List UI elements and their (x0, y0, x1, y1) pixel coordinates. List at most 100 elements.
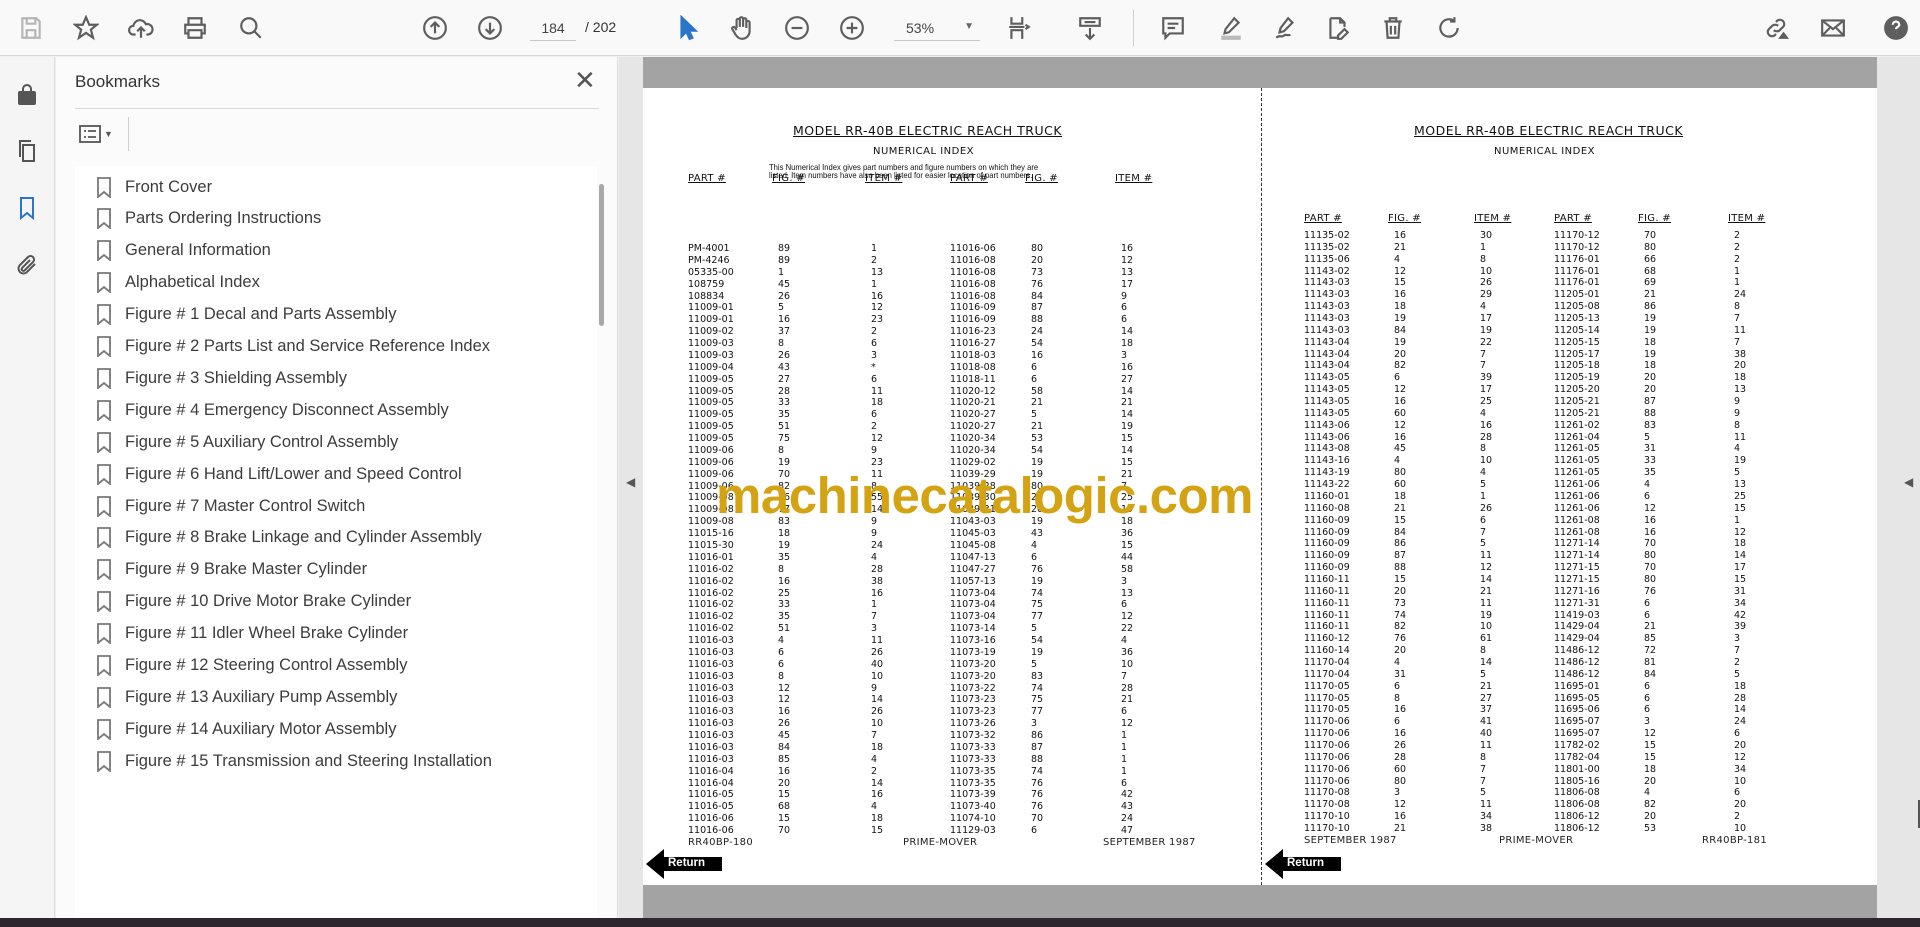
bookmarks-panel: Bookmarks ✕ ▼ Front Cover Parts Ordering … (56, 57, 618, 918)
delete-icon[interactable] (1377, 12, 1409, 44)
bookmark-item[interactable]: Figure # 10 Drive Motor Brake Cylinder (75, 584, 585, 620)
bookmark-item[interactable]: Figure # 11 Idler Wheel Brake Cylinder (75, 616, 585, 652)
item-number: 26 (871, 706, 884, 718)
chevron-down-icon: ▼ (964, 21, 974, 32)
part-number: 11073-40 (950, 801, 996, 813)
hand-pan-icon[interactable] (726, 12, 758, 44)
page-down-icon[interactable] (474, 12, 506, 44)
pages-icon[interactable] (13, 137, 41, 165)
email-icon[interactable] (1817, 12, 1849, 44)
part-number: 11016-04 (688, 765, 734, 777)
bookmark-item[interactable]: Alphabetical Index (75, 265, 585, 301)
item-number: 38 (1734, 348, 1747, 360)
print-icon[interactable] (179, 12, 211, 44)
bookmark-item[interactable]: Figure # 14 Auxiliary Motor Assembly (75, 711, 585, 747)
close-icon[interactable]: ✕ (574, 67, 596, 93)
right-pane-handle[interactable]: ◀ (1877, 57, 1920, 918)
return-button[interactable]: Return (646, 849, 724, 879)
column-header: FIG. # (1025, 173, 1058, 184)
comment-icon[interactable] (1157, 12, 1189, 44)
zoom-in-icon[interactable] (836, 12, 868, 44)
figure-number: 69 (1644, 277, 1657, 289)
part-number: 11170-08 (1304, 799, 1350, 811)
figure-number: 12 (1394, 799, 1407, 811)
part-number: 11261-06 (1554, 502, 1600, 514)
part-number: 11020-27 (950, 409, 996, 421)
figure-number: 15 (778, 789, 791, 801)
part-number: 11261-04 (1554, 431, 1600, 443)
figure-number: 18 (1644, 763, 1657, 775)
highlight-icon[interactable] (1215, 12, 1247, 44)
bookmark-icon (97, 623, 111, 645)
chevron-left-icon[interactable]: ◀ (626, 475, 635, 489)
bookmark-label: Figure # 6 Hand Lift/Lower and Speed Con… (125, 464, 462, 483)
scroll-mode-icon[interactable] (1074, 12, 1106, 44)
item-number: 7 (1480, 763, 1487, 775)
item-number: 10 (1734, 775, 1747, 787)
item-number: 19 (1480, 609, 1493, 621)
part-number: 11073-04 (950, 587, 996, 599)
attachments-icon[interactable] (13, 251, 41, 279)
bookmark-item[interactable]: Front Cover (75, 169, 585, 205)
figure-number: 21 (1394, 502, 1407, 514)
bookmark-item[interactable]: Figure # 7 Master Control Switch (75, 488, 585, 524)
figure-number: 51 (778, 623, 791, 635)
figure-number: 6 (1644, 680, 1651, 692)
bookmark-options-button[interactable]: ▼ (75, 119, 119, 149)
item-number: 13 (1121, 587, 1134, 599)
bookmark-item[interactable]: Figure # 3 Shielding Assembly (75, 360, 585, 396)
page-number-input[interactable] (530, 15, 576, 41)
page-up-icon[interactable] (419, 12, 451, 44)
part-number: 11018-08 (950, 361, 996, 373)
item-number: 6 (1734, 787, 1741, 799)
figure-number: 5 (1644, 431, 1651, 443)
bookmark-item[interactable]: Figure # 1 Decal and Parts Assembly (75, 297, 585, 333)
item-number: 8 (1480, 645, 1487, 657)
item-number: 4 (1734, 443, 1741, 455)
bookmark-item[interactable]: Figure # 15 Transmission and Steering In… (75, 743, 585, 779)
zoom-level-select[interactable]: 53% ▼ (894, 15, 980, 41)
part-number: 11806-08 (1554, 799, 1600, 811)
bookmark-icon (97, 304, 111, 326)
bookmark-scrollbar[interactable] (599, 184, 604, 326)
bookmarks-icon[interactable] (13, 194, 41, 222)
bookmark-icon (97, 431, 111, 453)
upload-cloud-icon[interactable] (125, 12, 157, 44)
item-number: 5 (1480, 668, 1487, 680)
figure-number: 12 (1644, 728, 1657, 740)
chevron-left-icon[interactable]: ◀ (1904, 475, 1913, 489)
column-header: ITEM # (865, 173, 903, 184)
collapse-panel-handle[interactable]: ◀ (619, 57, 643, 918)
edit-pdf-icon[interactable] (1322, 12, 1354, 44)
bookmark-item[interactable]: Figure # 2 Parts List and Service Refere… (75, 329, 585, 365)
save-icon[interactable] (15, 12, 47, 44)
zoom-out-icon[interactable] (781, 12, 813, 44)
bookmark-item[interactable]: General Information (75, 233, 585, 269)
fit-page-icon[interactable] (1003, 12, 1035, 44)
bookmark-item[interactable]: Figure # 12 Steering Control Assembly (75, 648, 585, 684)
bookmark-item[interactable]: Figure # 8 Brake Linkage and Cylinder As… (75, 520, 585, 556)
bookmark-item[interactable]: Figure # 5 Auxiliary Control Assembly (75, 424, 585, 460)
figure-number: 5 (1031, 658, 1038, 670)
item-number: 7 (871, 611, 878, 623)
item-number: 1 (871, 278, 878, 290)
bookmark-item[interactable]: Parts Ordering Instructions (75, 201, 585, 237)
bookmark-item[interactable]: Figure # 13 Auxiliary Pump Assembly (75, 679, 585, 715)
bookmark-item[interactable]: Figure # 4 Emergency Disconnect Assembly (75, 392, 585, 428)
part-number: 11271-14 (1554, 538, 1600, 550)
rotate-icon[interactable] (1433, 12, 1465, 44)
item-number: 38 (1480, 823, 1493, 834)
bookmark-item[interactable]: Figure # 6 Hand Lift/Lower and Speed Con… (75, 456, 585, 492)
select-cursor-icon[interactable] (672, 12, 704, 44)
bookmark-item[interactable]: Figure # 9 Brake Master Cylinder (75, 552, 585, 588)
bookmark-star-icon[interactable] (70, 12, 102, 44)
sign-icon[interactable] (1270, 12, 1302, 44)
item-number: 5 (1734, 467, 1741, 479)
share-link-icon[interactable] (1760, 12, 1792, 44)
find-text-icon[interactable] (235, 12, 267, 44)
return-button[interactable]: Return (1265, 849, 1343, 879)
item-number: 19 (1734, 455, 1747, 467)
help-icon[interactable] (1880, 12, 1912, 44)
item-number: 36 (1121, 528, 1134, 540)
lock-icon[interactable] (13, 80, 41, 108)
